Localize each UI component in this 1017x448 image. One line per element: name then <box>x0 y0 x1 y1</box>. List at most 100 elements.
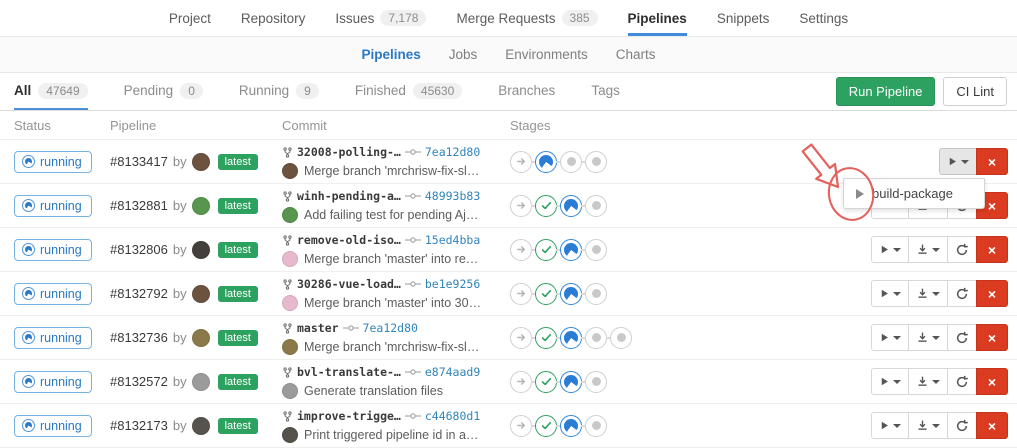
retry-pipeline-button[interactable] <box>947 412 977 439</box>
commit-message-link[interactable]: Add failing test for pending Aj… <box>304 206 478 224</box>
commit-sha-link[interactable]: 15ed4bba <box>425 231 480 249</box>
pipeline-id-link[interactable]: #8132881 <box>110 198 168 213</box>
avatar[interactable] <box>192 241 210 259</box>
status-badge[interactable]: running <box>14 239 92 261</box>
commit-author-avatar[interactable] <box>282 427 298 443</box>
pipeline-id-link[interactable]: #8132736 <box>110 330 168 345</box>
cancel-pipeline-button[interactable]: × <box>976 368 1008 395</box>
cancel-pipeline-button[interactable]: × <box>976 280 1008 307</box>
status-badge[interactable]: running <box>14 195 92 217</box>
manual-actions-dropdown-button[interactable] <box>871 236 909 263</box>
avatar[interactable] <box>192 285 210 303</box>
pipeline-id-link[interactable]: #8132572 <box>110 374 168 389</box>
nav-repository[interactable]: Repository <box>241 0 306 36</box>
stage-success-icon[interactable] <box>535 371 557 393</box>
commit-author-avatar[interactable] <box>282 339 298 355</box>
tab-pending[interactable]: Pending0 <box>124 73 203 110</box>
avatar[interactable] <box>192 373 210 391</box>
pipeline-id-link[interactable]: #8132792 <box>110 286 168 301</box>
pipeline-id-link[interactable]: #8132806 <box>110 242 168 257</box>
cancel-pipeline-button[interactable]: × <box>976 412 1008 439</box>
stage-created-icon[interactable] <box>560 151 582 173</box>
stage-running-icon[interactable] <box>535 151 557 173</box>
commit-message-link[interactable]: Merge branch 'master' into 30… <box>304 294 481 312</box>
stage-skipped-icon[interactable] <box>510 415 532 437</box>
stage-skipped-icon[interactable] <box>510 151 532 173</box>
stage-running-icon[interactable] <box>560 415 582 437</box>
retry-pipeline-button[interactable] <box>947 236 977 263</box>
status-badge[interactable]: running <box>14 327 92 349</box>
stage-created-icon[interactable] <box>585 415 607 437</box>
status-badge[interactable]: running <box>14 371 92 393</box>
stage-running-icon[interactable] <box>560 283 582 305</box>
nav-project[interactable]: Project <box>169 0 211 36</box>
artifacts-dropdown-button[interactable] <box>908 324 948 351</box>
stage-success-icon[interactable] <box>535 239 557 261</box>
stage-running-icon[interactable] <box>560 195 582 217</box>
stage-skipped-icon[interactable] <box>510 239 532 261</box>
stage-success-icon[interactable] <box>535 283 557 305</box>
commit-message-link[interactable]: Print triggered pipeline id in a… <box>304 426 478 444</box>
commit-author-avatar[interactable] <box>282 383 298 399</box>
commit-sha-link[interactable]: 48993b83 <box>425 187 480 205</box>
tab-all[interactable]: All47649 <box>14 73 88 110</box>
stage-created-icon[interactable] <box>610 327 632 349</box>
pipeline-id-link[interactable]: #8133417 <box>110 154 168 169</box>
manual-actions-dropdown-button[interactable] <box>871 280 909 307</box>
commit-sha-link[interactable]: e874aad9 <box>425 363 480 381</box>
manual-actions-dropdown-button[interactable] <box>871 324 909 351</box>
stage-skipped-icon[interactable] <box>510 195 532 217</box>
commit-message-link[interactable]: Merge branch 'mrchrisw-fix-sl… <box>304 162 479 180</box>
tab-tags[interactable]: Tags <box>591 73 620 110</box>
status-badge[interactable]: running <box>14 151 92 173</box>
branch-link[interactable]: improve-trigge… <box>297 407 401 425</box>
pipeline-id-link[interactable]: #8132173 <box>110 418 168 433</box>
nav-snippets[interactable]: Snippets <box>717 0 770 36</box>
tab-running[interactable]: Running9 <box>239 73 319 110</box>
avatar[interactable] <box>192 153 210 171</box>
stage-created-icon[interactable] <box>585 195 607 217</box>
nav-pipelines[interactable]: Pipelines <box>628 0 687 36</box>
status-badge[interactable]: running <box>14 283 92 305</box>
tab-branches[interactable]: Branches <box>498 73 555 110</box>
manual-actions-dropdown-button[interactable] <box>871 368 909 395</box>
subnav-jobs[interactable]: Jobs <box>449 47 478 62</box>
subnav-charts[interactable]: Charts <box>616 47 656 62</box>
stage-skipped-icon[interactable] <box>510 371 532 393</box>
cancel-pipeline-button[interactable]: × <box>976 236 1008 263</box>
artifacts-dropdown-button[interactable] <box>908 368 948 395</box>
branch-link[interactable]: 32008-polling-… <box>297 143 401 161</box>
commit-message-link[interactable]: Generate translation files <box>304 382 443 400</box>
stage-success-icon[interactable] <box>535 415 557 437</box>
retry-pipeline-button[interactable] <box>947 280 977 307</box>
branch-link[interactable]: 30286-vue-load… <box>297 275 401 293</box>
stage-success-icon[interactable] <box>535 195 557 217</box>
commit-author-avatar[interactable] <box>282 163 298 179</box>
commit-author-avatar[interactable] <box>282 251 298 267</box>
tab-finished[interactable]: Finished45630 <box>355 73 462 110</box>
manual-actions-dropdown-button[interactable] <box>871 412 909 439</box>
ci-lint-button[interactable]: CI Lint <box>943 77 1007 106</box>
stage-running-icon[interactable] <box>560 327 582 349</box>
nav-merge-requests[interactable]: Merge Requests385 <box>456 0 597 36</box>
stage-skipped-icon[interactable] <box>510 327 532 349</box>
nav-settings[interactable]: Settings <box>799 0 848 36</box>
avatar[interactable] <box>192 417 210 435</box>
stage-created-icon[interactable] <box>585 371 607 393</box>
branch-link[interactable]: master <box>297 319 339 337</box>
commit-message-link[interactable]: Merge branch 'master' into re… <box>304 250 478 268</box>
commit-author-avatar[interactable] <box>282 207 298 223</box>
stage-created-icon[interactable] <box>585 327 607 349</box>
artifacts-dropdown-button[interactable] <box>908 412 948 439</box>
avatar[interactable] <box>192 329 210 347</box>
manual-actions-dropdown-button[interactable] <box>939 148 977 175</box>
avatar[interactable] <box>192 197 210 215</box>
commit-sha-link[interactable]: c44680d1 <box>425 407 480 425</box>
stage-running-icon[interactable] <box>560 371 582 393</box>
artifacts-dropdown-button[interactable] <box>908 280 948 307</box>
subnav-pipelines[interactable]: Pipelines <box>361 47 420 62</box>
status-badge[interactable]: running <box>14 415 92 437</box>
branch-link[interactable]: winh-pending-a… <box>297 187 401 205</box>
stage-created-icon[interactable] <box>585 151 607 173</box>
commit-message-link[interactable]: Merge branch 'mrchrisw-fix-sl… <box>304 338 479 356</box>
